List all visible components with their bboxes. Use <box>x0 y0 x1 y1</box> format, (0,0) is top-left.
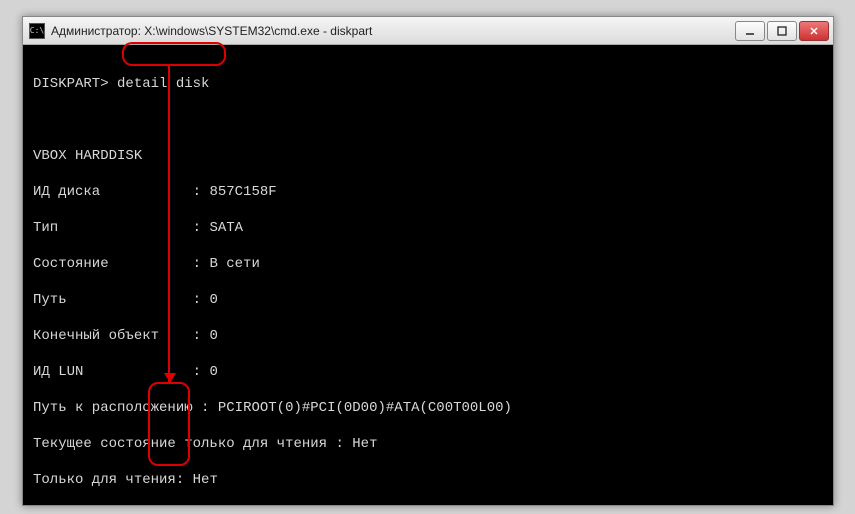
prop-row: Путь : 0 <box>33 291 823 309</box>
command-text: detail disk <box>117 76 209 92</box>
window-controls <box>735 21 829 41</box>
disk-name: VBOX HARDDISK <box>33 147 823 165</box>
minimize-button[interactable] <box>735 21 765 41</box>
prop-row: Путь к расположению : PCIROOT(0)#PCI(0D0… <box>33 399 823 417</box>
flag-row: Текущее состояние только для чтения : Не… <box>33 435 823 453</box>
titlebar[interactable]: C:\ Администратор: X:\windows\SYSTEM32\c… <box>23 17 833 45</box>
prompt-line: DISKPART> detail disk <box>33 75 823 93</box>
prop-row: ИД диска : 857C158F <box>33 183 823 201</box>
flag-row: Только для чтения: Нет <box>33 471 823 489</box>
close-button[interactable] <box>799 21 829 41</box>
cmd-window: C:\ Администратор: X:\windows\SYSTEM32\c… <box>22 16 834 506</box>
prop-row: Состояние : В сети <box>33 255 823 273</box>
window-title: Администратор: X:\windows\SYSTEM32\cmd.e… <box>51 24 735 38</box>
cmd-icon: C:\ <box>29 23 45 39</box>
maximize-button[interactable] <box>767 21 797 41</box>
prop-row: Конечный объект : 0 <box>33 327 823 345</box>
blank <box>33 111 823 129</box>
terminal-output[interactable]: DISKPART> detail disk VBOX HARDDISK ИД д… <box>23 45 833 505</box>
prop-row: Тип : SATA <box>33 219 823 237</box>
prop-row: ИД LUN : 0 <box>33 363 823 381</box>
